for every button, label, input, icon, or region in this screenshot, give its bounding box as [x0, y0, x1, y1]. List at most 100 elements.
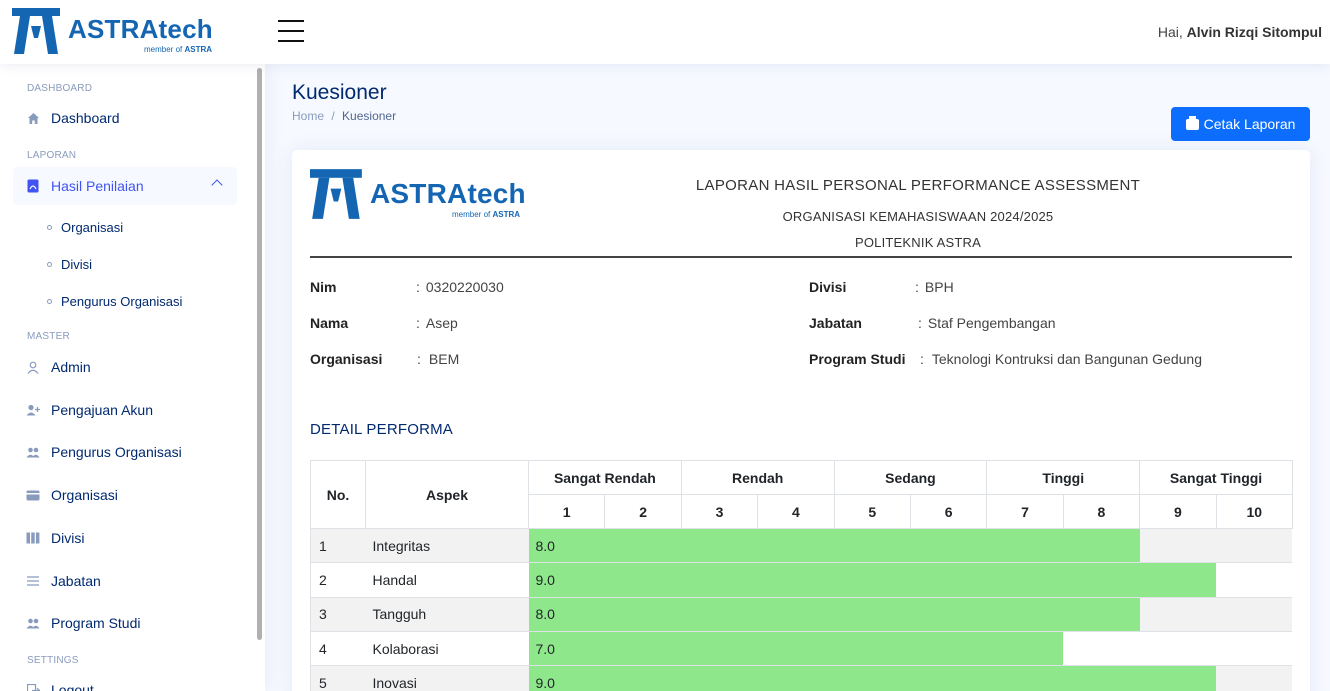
print-report-button[interactable]: Cetak Laporan	[1171, 107, 1310, 141]
info-program-studi: Program Studi : Teknologi Kontruksi dan B…	[809, 351, 1202, 367]
info-organisasi: Organisasi : BEM	[310, 351, 460, 367]
scale-header: 1	[527, 494, 606, 529]
scale-header: 5	[833, 494, 911, 529]
col-group-tinggi: Tinggi	[986, 460, 1141, 495]
row-number: 4	[310, 630, 366, 667]
top-header: ASTRAtech member of ASTRA Hai, Alvin Riz…	[0, 0, 1330, 64]
sidebar-item-logout[interactable]: Logout	[13, 671, 237, 691]
row-aspek: Handal	[365, 562, 529, 598]
report-card: ASTRAtech member of ASTRA LAPORAN HASIL …	[292, 150, 1310, 691]
breadcrumb-home[interactable]: Home	[292, 109, 324, 123]
report-organization: ORGANISASI KEMAHASISWAAN 2024/2025	[782, 209, 1054, 224]
breadcrumb-separator: /	[331, 109, 335, 123]
info-nama: Nama : Asep	[310, 315, 458, 331]
sidebar-item-label: Hasil Penilaian	[51, 178, 144, 194]
score-bar: 9.0	[528, 563, 1217, 597]
score-value: 9.0	[535, 674, 555, 691]
score-bar: 8.0	[528, 529, 1140, 563]
score-bar-cell: 9.0	[528, 665, 1293, 691]
report-logo: ASTRAtech member of ASTRA	[310, 168, 540, 222]
scale-header: 3	[680, 494, 759, 529]
astratech-logo-icon	[12, 8, 60, 54]
sidebar: DASHBOARD Dashboard LAPORAN Hasil Penila…	[0, 64, 265, 691]
user-greeting[interactable]: Hai, Alvin Rizqi Sitompul	[1158, 24, 1322, 40]
circle-icon	[47, 225, 52, 230]
user-name: Alvin Rizqi Sitompul	[1186, 24, 1322, 40]
logout-icon	[26, 683, 40, 691]
table-row: 3 Tangguh 8.0	[310, 596, 1293, 632]
report-title: LAPORAN HASIL PERSONAL PERFORMANCE ASSES…	[695, 177, 1141, 194]
chevron-up-icon[interactable]	[211, 179, 223, 191]
logo-subtitle: member of ASTRA	[144, 45, 213, 54]
circle-icon	[47, 299, 52, 304]
score-bar: 9.0	[528, 666, 1217, 691]
col-header-no: No.	[310, 460, 366, 529]
breadcrumb-current: Kuesioner	[342, 109, 397, 123]
table-row: 4 Kolaborasi 7.0	[310, 630, 1293, 667]
scale-header: 10	[1215, 494, 1293, 529]
sidebar-item-jabatan[interactable]: Jabatan	[13, 562, 237, 600]
circle-icon	[47, 262, 52, 267]
scale-header: 6	[909, 494, 988, 529]
sidebar-item-divisi[interactable]: Divisi	[13, 519, 237, 557]
row-aspek: Kolaborasi	[365, 630, 529, 667]
sidebar-subitem-divisi[interactable]: Divisi	[47, 257, 92, 272]
logo-text: ASTRAtech	[68, 14, 213, 44]
col-group-rendah: Rendah	[680, 460, 835, 495]
breadcrumb: Home / Kuesioner	[292, 109, 396, 123]
sidebar-item-label: Dashboard	[51, 110, 120, 126]
astratech-logo-icon	[310, 169, 362, 219]
sidebar-subitem-organisasi[interactable]: Organisasi	[47, 220, 123, 235]
people-icon	[26, 616, 40, 630]
col-group-sangat-tinggi: Sangat Tinggi	[1139, 460, 1293, 495]
detail-performa-title: DETAIL PERFORMA	[310, 421, 454, 438]
printer-icon	[1185, 115, 1199, 130]
logo-text: ASTRAtech	[370, 178, 526, 209]
row-number: 2	[310, 562, 366, 598]
sidebar-item-pengurus-organisasi[interactable]: Pengurus Organisasi	[13, 433, 237, 471]
scale-header: 4	[757, 494, 835, 529]
col-group-sedang: Sedang	[833, 460, 988, 495]
sidebar-subitem-pengurus-organisasi[interactable]: Pengurus Organisasi	[47, 294, 182, 309]
sidebar-heading-master: MASTER	[27, 331, 70, 342]
scale-header: 8	[1062, 494, 1141, 529]
report-divider	[310, 256, 1292, 258]
score-value: 9.0	[535, 571, 555, 588]
report-school: POLITEKNIK ASTRA	[854, 235, 981, 250]
row-number: 1	[310, 527, 366, 564]
print-report-label: Cetak Laporan	[1203, 116, 1296, 132]
astratech-logo[interactable]: ASTRAtech member of ASTRA	[12, 8, 222, 56]
scale-header: 2	[604, 494, 682, 529]
sidebar-item-pengajuan-akun[interactable]: Pengajuan Akun	[13, 391, 237, 429]
row-aspek: Tangguh	[365, 596, 529, 632]
menu-toggle-icon[interactable]	[278, 20, 304, 42]
score-value: 8.0	[535, 606, 555, 623]
columns-icon	[26, 531, 40, 545]
score-value: 7.0	[535, 640, 555, 657]
card-icon	[26, 488, 40, 502]
table-row: 1 Integritas 8.0	[310, 527, 1293, 564]
score-bar: 8.0	[528, 597, 1140, 631]
score-bar: 7.0	[528, 631, 1064, 666]
scale-header: 9	[1139, 494, 1217, 529]
sidebar-item-program-studi[interactable]: Program Studi	[13, 604, 237, 642]
performance-table: No. Aspek Sangat Rendah Rendah Sedang Ti…	[310, 460, 1293, 691]
score-value: 8.0	[535, 537, 555, 554]
sidebar-item-admin[interactable]: Admin	[13, 348, 237, 386]
info-jabatan: Jabatan : Staf Pengembangan	[809, 315, 1056, 331]
score-bar-cell: 8.0	[528, 596, 1293, 632]
col-group-sangat-rendah: Sangat Rendah	[528, 460, 682, 495]
score-bar-cell: 7.0	[528, 630, 1293, 667]
col-header-aspek: Aspek	[365, 460, 529, 529]
sidebar-item-hasil-penilaian[interactable]: Hasil Penilaian	[13, 167, 237, 205]
sidebar-scrollbar[interactable]	[257, 68, 262, 640]
row-number: 5	[310, 665, 366, 691]
home-icon	[26, 111, 40, 125]
person-icon	[26, 360, 40, 374]
list-icon	[26, 574, 40, 588]
score-bar-cell: 8.0	[528, 527, 1293, 564]
sidebar-item-dashboard[interactable]: Dashboard	[13, 99, 237, 137]
sidebar-item-organisasi[interactable]: Organisasi	[13, 476, 237, 514]
pdf-file-icon	[26, 179, 40, 193]
sidebar-heading-laporan: LAPORAN	[27, 150, 77, 161]
